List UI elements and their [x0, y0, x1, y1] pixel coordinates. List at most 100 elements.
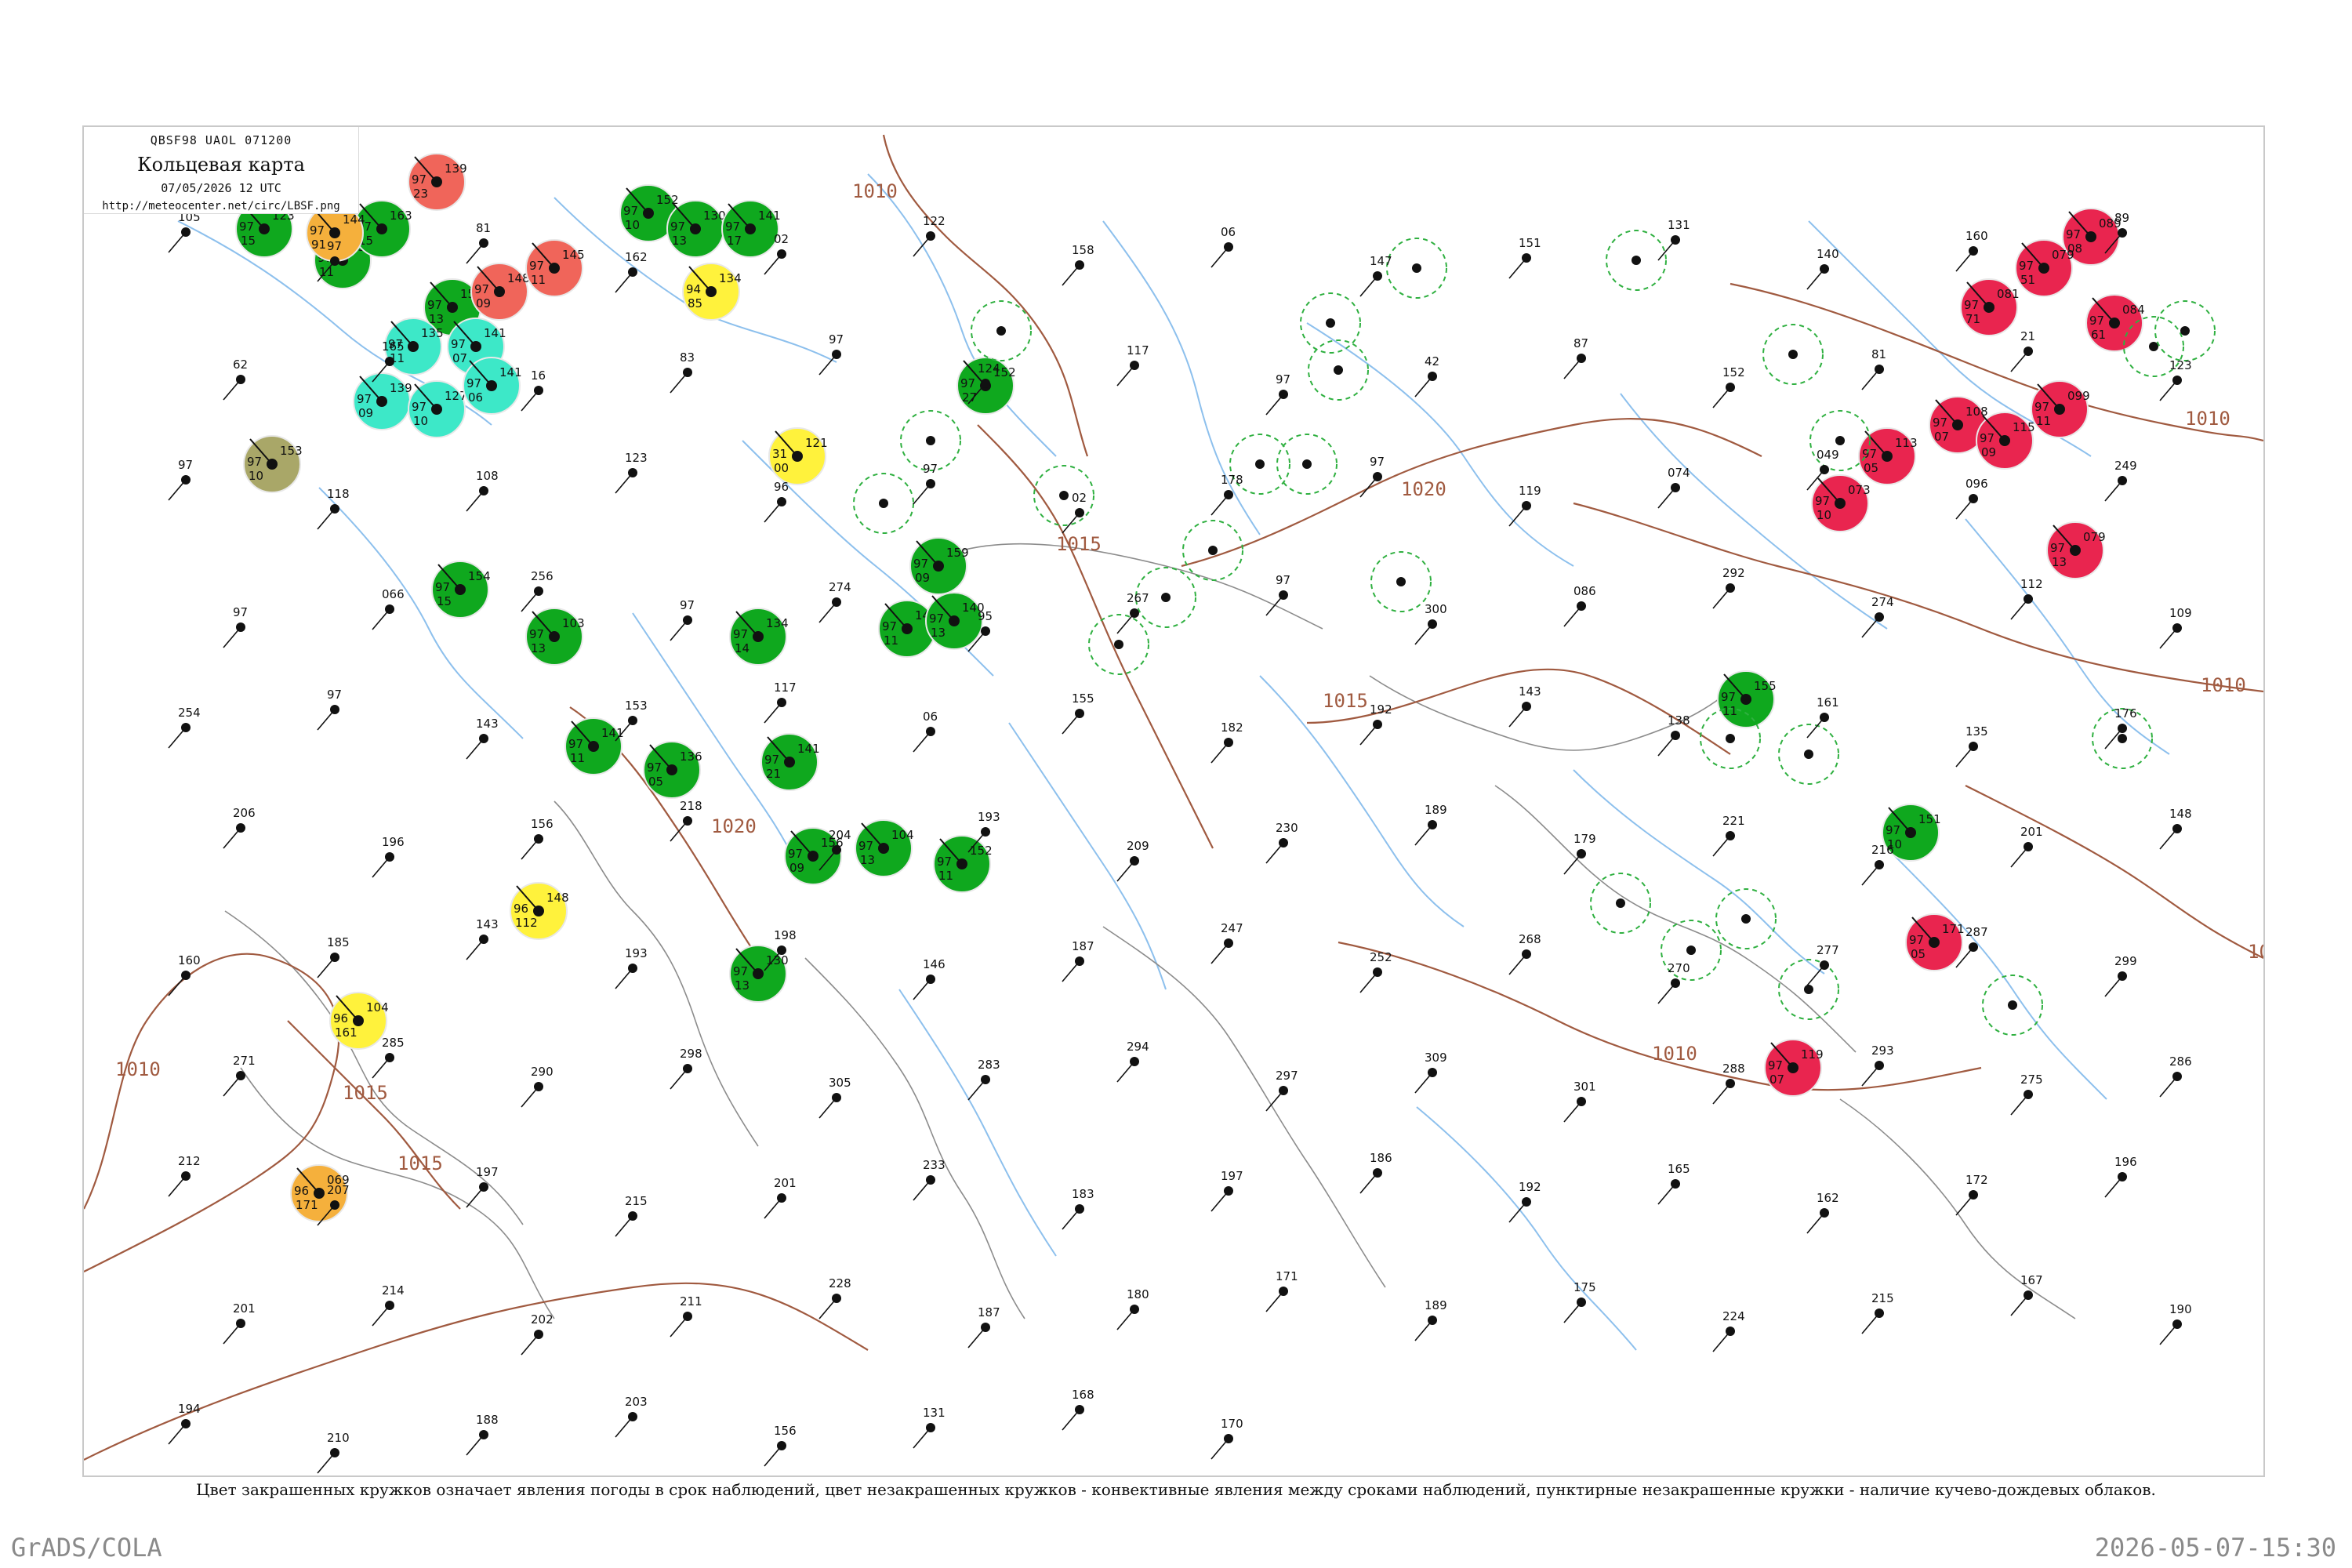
station-dot — [2180, 326, 2190, 336]
station-marker[interactable]: 155 9711 — [1717, 670, 1777, 728]
observation-value: 153 — [625, 699, 648, 713]
wind-barb — [615, 1215, 633, 1237]
wind-barb — [168, 479, 187, 501]
station-marker[interactable]: 103 9713 — [525, 608, 585, 666]
station-marker[interactable]: 081 9771 — [1960, 278, 2020, 336]
visibility-value: 97 — [435, 580, 450, 594]
observation-value: 252 — [1370, 950, 1392, 964]
station-marker[interactable]: 136 9705 — [643, 741, 702, 799]
wind-barb — [466, 738, 485, 760]
map-source-url: http://meteocenter.net/circ/LBSF.png — [102, 200, 340, 212]
station-marker[interactable]: 079 9751 — [2015, 239, 2074, 297]
observation-value: 194 — [178, 1402, 201, 1416]
pressure-value: 113 — [1895, 436, 1918, 450]
station-marker[interactable]: 134 9485 — [682, 263, 742, 321]
observation-value: 168 — [1072, 1388, 1094, 1402]
station-marker[interactable]: 104 9713 — [855, 819, 914, 877]
station-marker[interactable]: 1529711 — [933, 835, 993, 893]
station-marker[interactable]: 139 9709 — [353, 372, 412, 430]
station-dot — [1616, 898, 1625, 908]
coastline-layer — [224, 543, 2076, 1319]
pressure-value: 079 — [2083, 530, 2106, 544]
isobar-label: 1015 — [343, 1082, 388, 1104]
station-marker[interactable]: 141 9721 — [760, 733, 820, 791]
temperature-value: 09 — [476, 296, 491, 310]
station-marker[interactable]: 121 3100 — [768, 427, 828, 485]
station-marker[interactable]: 145 9711 — [525, 239, 585, 297]
station-marker[interactable]: 1279710 — [408, 380, 467, 438]
wind-barb — [1414, 1072, 1433, 1094]
station-dot — [1059, 491, 1069, 500]
observation-value: 224 — [1722, 1309, 1745, 1323]
station-marker[interactable]: 130 9713 — [666, 200, 726, 258]
station-marker[interactable]: 159 9709 — [909, 537, 969, 595]
station-dot — [2149, 342, 2158, 351]
wind-barb — [1414, 623, 1433, 645]
temperature-value: 171 — [296, 1198, 318, 1212]
station-marker[interactable]: 141 9717 — [721, 200, 781, 258]
station-marker[interactable]: 1139705 — [1858, 427, 1918, 485]
visibility-value: 97 — [1980, 431, 1994, 445]
station-marker[interactable]: 134 9714 — [729, 608, 789, 666]
wind-barb — [2159, 1323, 2178, 1345]
visibility-value: 97 — [1721, 690, 1736, 704]
station-marker[interactable]: 148 96112 — [510, 882, 569, 940]
station-marker[interactable]: 104 96161 — [329, 992, 389, 1050]
station-marker[interactable]: 141 9711 — [564, 717, 624, 775]
station-dot — [1788, 350, 1798, 359]
station-marker[interactable]: 141 9706 — [463, 357, 522, 415]
observation-value: 06 — [1221, 225, 1236, 239]
temperature-value: 07 — [1934, 430, 1949, 444]
observation-value: 97 — [233, 605, 248, 619]
station-dot — [2008, 1000, 2017, 1010]
wind-barb — [1062, 960, 1080, 982]
visibility-value: 97 — [937, 855, 952, 869]
temperature-value: 13 — [735, 978, 750, 993]
wind-barb — [168, 727, 187, 749]
station-marker[interactable]: 139 9723 — [408, 153, 467, 211]
observation-value: 066 — [382, 587, 405, 601]
station-marker[interactable]: 171 9705 — [1905, 913, 1965, 971]
wind-barb — [615, 1416, 633, 1438]
observation-value: 309 — [1425, 1051, 1447, 1065]
observation-value: 206 — [233, 806, 256, 820]
observation-value: 193 — [625, 946, 648, 960]
station-marker[interactable]: 099 9711 — [2031, 380, 2090, 438]
map-datetime: 07/05/2026 12 UTC — [161, 181, 281, 195]
station-marker[interactable]: 1409713 — [925, 592, 985, 650]
observation-value: 221 — [1722, 814, 1745, 828]
observation-value: 183 — [1072, 1187, 1094, 1201]
station-dot — [996, 326, 1006, 336]
station-marker[interactable]: 154 9715 — [431, 561, 491, 619]
observation-value: 143 — [476, 917, 499, 931]
pressure-value: 139 — [390, 381, 412, 395]
wind-barb — [818, 601, 837, 623]
observation-value: 171 — [1276, 1269, 1298, 1283]
station-marker[interactable]: 079 9713 — [2046, 521, 2106, 579]
station-marker[interactable]: 119 9707 — [1764, 1039, 1824, 1097]
observation-value: 228 — [829, 1276, 851, 1290]
observation-value: 203 — [625, 1395, 648, 1409]
observation-value: 249 — [2114, 459, 2137, 473]
observation-value: 294 — [1127, 1040, 1149, 1054]
wind-barb — [317, 709, 336, 731]
station-marker[interactable]: 115 9709 — [1976, 412, 2035, 470]
observation-value: 109 — [2169, 606, 2192, 620]
station-marker[interactable]: 073 9710 — [1811, 474, 1871, 532]
observation-value: 122 — [923, 214, 946, 228]
observation-value: 97 — [178, 458, 193, 472]
observation-value: 210 — [327, 1431, 350, 1445]
temperature-value: 11 — [884, 633, 898, 648]
wind-barb — [1210, 942, 1229, 964]
observation-value: 214 — [382, 1283, 405, 1298]
footer-software-label: GrADS/COLA — [11, 1533, 162, 1563]
visibility-value: 97 — [310, 223, 325, 238]
observation-value: 212 — [178, 1154, 201, 1168]
station-marker[interactable]: 1489709 — [470, 263, 530, 321]
temperature-value: 71 — [1965, 312, 1980, 326]
station-marker[interactable]: 153 9710 — [243, 435, 303, 493]
temperature-value: 05 — [1864, 461, 1878, 475]
observation-value: 096 — [1965, 477, 1988, 491]
isobar-label: 1015 — [1056, 533, 1102, 555]
station-dot — [1114, 640, 1123, 649]
